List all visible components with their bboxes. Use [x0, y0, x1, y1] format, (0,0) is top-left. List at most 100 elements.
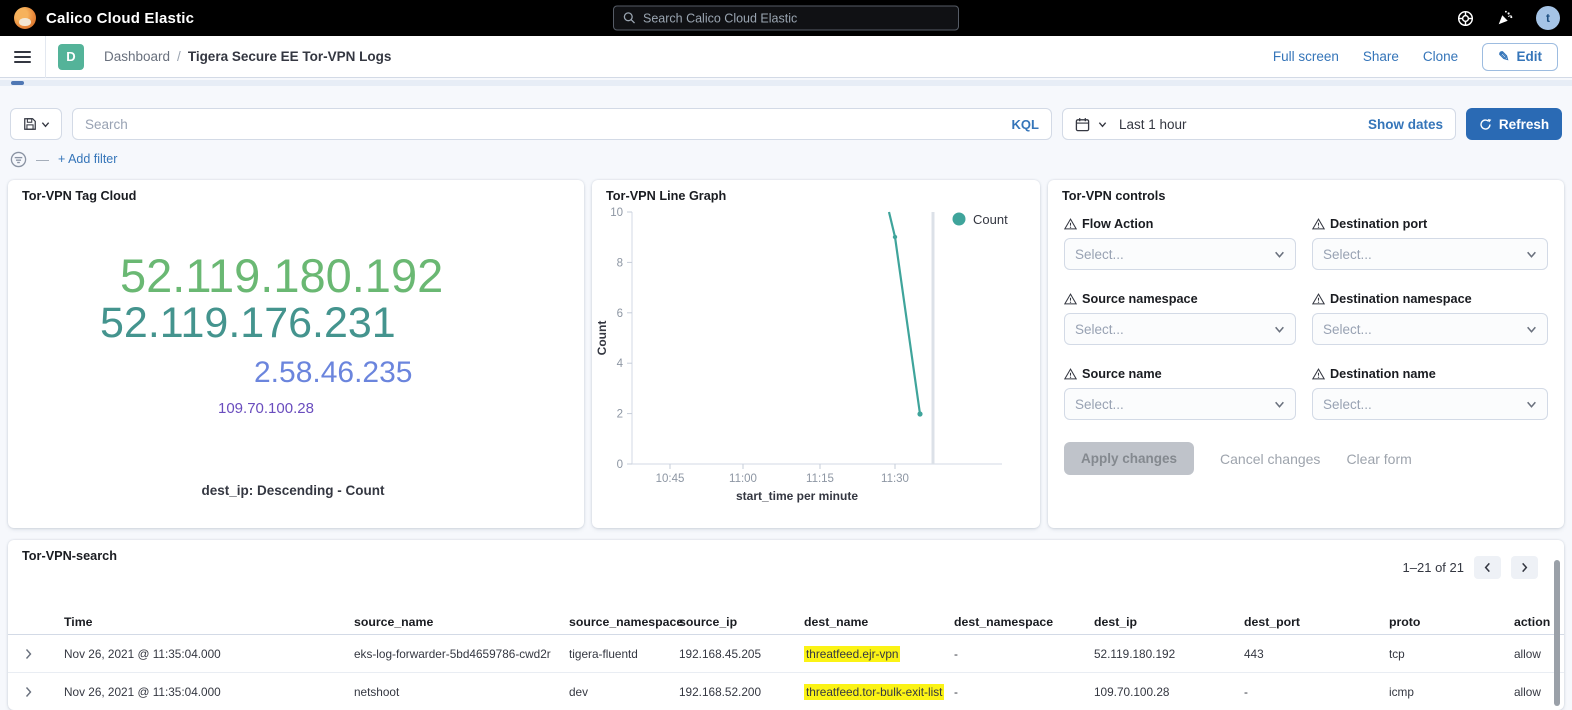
next-page-button[interactable] [1511, 556, 1538, 579]
previous-page-button[interactable] [1474, 556, 1501, 579]
add-filter-button[interactable]: + Add filter [58, 152, 117, 166]
cancel-changes-button[interactable]: Cancel changes [1220, 451, 1320, 467]
edit-button[interactable]: ✎ Edit [1482, 43, 1558, 71]
chevron-right-icon [24, 648, 33, 660]
cell-dest-name-highlighted: threatfeed.ejr-vpn [804, 646, 900, 662]
column-header-source-name[interactable]: source_name [338, 615, 553, 629]
cell-dest-ip: 109.70.100.28 [1078, 685, 1228, 699]
table-vertical-scrollbar[interactable] [1554, 560, 1560, 706]
refresh-icon [1479, 118, 1492, 131]
warning-icon [1064, 293, 1077, 305]
cell-source-ip: 192.168.52.200 [663, 685, 788, 699]
chevron-down-icon [1274, 399, 1285, 410]
column-header-proto[interactable]: proto [1373, 615, 1498, 629]
hamburger-icon [14, 48, 31, 66]
control-field: Destination port Select... [1312, 217, 1548, 270]
svg-text:Count: Count [973, 212, 1008, 227]
chevron-right-icon [1520, 562, 1529, 573]
cell-dest-namespace: - [938, 647, 1078, 661]
brand-name: Calico Cloud Elastic [46, 10, 194, 27]
breadcrumb-dashboard[interactable]: Dashboard [104, 49, 170, 64]
warning-icon [1312, 368, 1325, 380]
data-point [917, 411, 922, 416]
controls-panel: Tor-VPN controls Flow Action Select... D… [1048, 180, 1564, 528]
destination-name-select[interactable]: Select... [1312, 388, 1548, 420]
control-field: Source name Select... [1064, 367, 1296, 420]
destination-port-select[interactable]: Select... [1312, 238, 1548, 270]
time-range-picker[interactable]: Last 1 hour Show dates [1062, 108, 1456, 140]
tag-cloud-caption: dest_ip: Descending - Count [8, 483, 578, 498]
column-header-dest-ip[interactable]: dest_ip [1078, 615, 1228, 629]
whats-new-icon[interactable] [1496, 9, 1514, 27]
horizontal-scrollbar[interactable] [0, 80, 1572, 86]
x-axis-ticks: 10:45 11:00 11:15 11:30 [656, 464, 909, 485]
y-axis-ticks: 0 2 4 6 8 10 [610, 207, 632, 471]
global-search-input[interactable]: Search Calico Cloud Elastic [613, 6, 959, 31]
navbar: D Dashboard / Tigera Secure EE Tor-VPN L… [0, 36, 1572, 78]
breadcrumb: Dashboard / Tigera Secure EE Tor-VPN Log… [104, 49, 391, 64]
refresh-button[interactable]: Refresh [1466, 108, 1562, 140]
chevron-left-icon [1483, 562, 1492, 573]
chevron-down-icon [1274, 324, 1285, 335]
tag-cloud-panel: Tor-VPN Tag Cloud 52.119.180.192 52.119.… [8, 180, 584, 528]
breadcrumb-current-page: Tigera Secure EE Tor-VPN Logs [188, 49, 392, 64]
kql-search-input[interactable]: Search KQL [72, 108, 1052, 140]
expand-row-button[interactable] [8, 686, 48, 698]
share-button[interactable]: Share [1363, 49, 1399, 64]
search-table-title: Tor-VPN-search [8, 540, 1564, 563]
line-graph-title: Tor-VPN Line Graph [592, 180, 1040, 203]
legend-item-count[interactable]: Count [953, 212, 1009, 227]
calendar-icon [1075, 117, 1090, 132]
clear-form-button[interactable]: Clear form [1346, 451, 1411, 467]
tag-cloud-tag[interactable]: 52.119.180.192 [120, 252, 443, 299]
saved-query-menu-button[interactable] [10, 108, 62, 140]
svg-text:6: 6 [617, 308, 623, 320]
column-header-dest-name[interactable]: dest_name [788, 615, 938, 629]
tag-cloud-tag[interactable]: 109.70.100.28 [218, 401, 314, 416]
control-label: Destination name [1330, 367, 1436, 381]
dashboard-badge: D [58, 44, 84, 70]
source-name-select[interactable]: Select... [1064, 388, 1296, 420]
control-field: Destination namespace Select... [1312, 292, 1548, 345]
clone-button[interactable]: Clone [1423, 49, 1458, 64]
query-language-button[interactable]: KQL [1012, 117, 1039, 132]
warning-icon [1312, 293, 1325, 305]
hamburger-menu-button[interactable] [0, 36, 46, 78]
column-header-source-ip[interactable]: source_ip [663, 615, 788, 629]
column-header-source-namespace[interactable]: source_namespace [553, 615, 663, 629]
show-dates-button[interactable]: Show dates [1368, 117, 1443, 132]
cell-time: Nov 26, 2021 @ 11:35:04.000 [48, 647, 338, 661]
chevron-down-icon [1526, 399, 1537, 410]
breadcrumb-separator: / [177, 49, 181, 64]
data-point [893, 235, 897, 239]
apply-changes-button[interactable]: Apply changes [1064, 442, 1194, 475]
expand-row-button[interactable] [8, 648, 48, 660]
control-label: Destination port [1330, 217, 1427, 231]
source-namespace-select[interactable]: Select... [1064, 313, 1296, 345]
horizontal-scrollbar-thumb[interactable] [11, 81, 24, 85]
column-header-dest-port[interactable]: dest_port [1228, 615, 1373, 629]
cell-dest-port: - [1228, 685, 1373, 699]
pagination-count: 1–21 of 21 [1403, 560, 1464, 575]
svg-text:10: 10 [610, 207, 623, 219]
search-placeholder: Search [85, 117, 1012, 132]
column-header-time[interactable]: Time [48, 615, 338, 629]
time-range-value[interactable]: Last 1 hour [1119, 117, 1360, 132]
help-icon[interactable] [1457, 10, 1474, 27]
user-avatar[interactable]: t [1536, 6, 1560, 30]
tag-cloud-tag[interactable]: 52.119.176.231 [100, 302, 396, 345]
legend-dot-icon [953, 213, 966, 226]
flow-action-select[interactable]: Select... [1064, 238, 1296, 270]
tag-cloud-tag[interactable]: 2.58.46.235 [254, 358, 412, 388]
filter-icon[interactable] [10, 151, 27, 168]
cell-proto: tcp [1373, 647, 1498, 661]
full-screen-button[interactable]: Full screen [1273, 49, 1339, 64]
destination-namespace-select[interactable]: Select... [1312, 313, 1548, 345]
column-header-dest-namespace[interactable]: dest_namespace [938, 615, 1078, 629]
cell-source-name: netshoot [338, 685, 553, 699]
cell-source-namespace: tigera-fluentd [553, 647, 663, 661]
svg-text:2: 2 [617, 409, 623, 421]
count-line [889, 212, 920, 414]
control-label: Source namespace [1082, 292, 1198, 306]
cell-proto: icmp [1373, 685, 1498, 699]
